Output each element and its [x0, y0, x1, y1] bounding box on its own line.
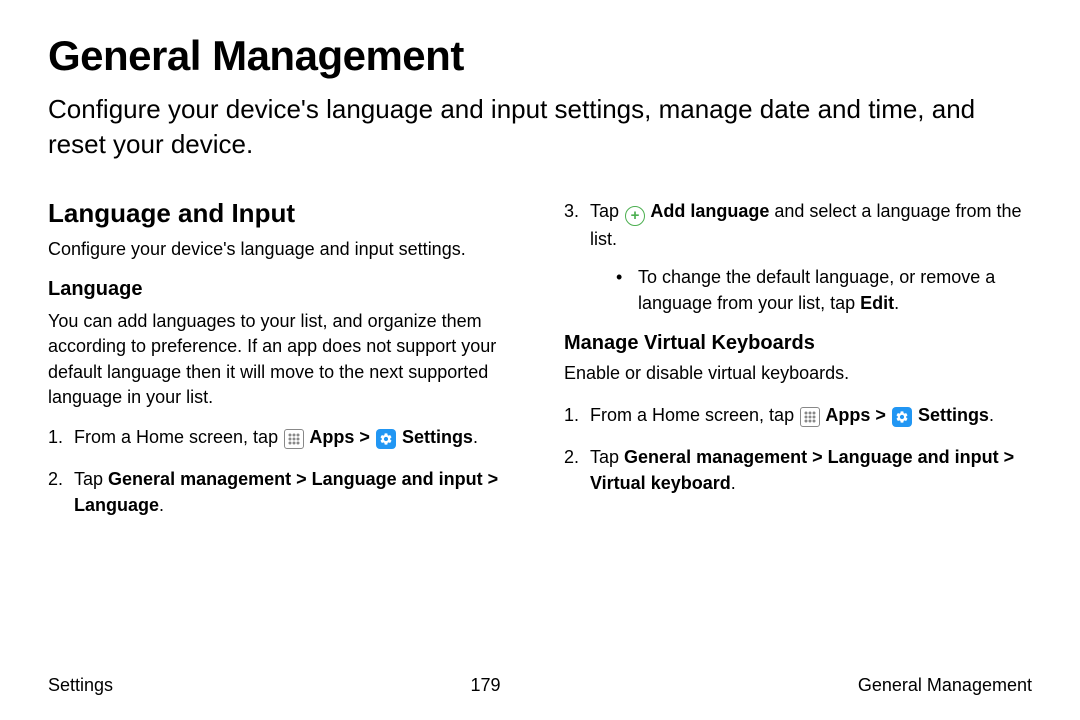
separator: > — [354, 427, 375, 447]
content-columns: Language and Input Configure your device… — [48, 198, 1032, 534]
footer-left: Settings — [48, 675, 113, 696]
bold-text: Virtual keyboard — [590, 473, 731, 493]
step-text: . — [731, 473, 736, 493]
bullet-text: To change the default language, or remov… — [638, 267, 995, 313]
bold-text: Edit — [860, 293, 894, 313]
step-text: From a Home screen, tap — [74, 427, 283, 447]
step-text: . — [989, 405, 994, 425]
settings-icon — [892, 407, 912, 427]
bold-text: General management — [108, 469, 291, 489]
footer-page-number: 179 — [470, 675, 500, 696]
step-text: Tap — [590, 201, 624, 221]
steps-list-language: From a Home screen, tap Apps > Settings.… — [48, 424, 516, 518]
apps-icon — [800, 407, 820, 427]
step-item: Tap General management > Language and in… — [564, 444, 1032, 496]
separator: > — [291, 469, 312, 489]
settings-icon — [376, 429, 396, 449]
bold-text: Language and input — [828, 447, 999, 467]
step-item: Tap General management > Language and in… — [48, 466, 516, 518]
settings-label: Settings — [913, 405, 989, 425]
body-text: You can add languages to your list, and … — [48, 309, 516, 410]
apps-icon — [284, 429, 304, 449]
separator: > — [999, 447, 1015, 467]
settings-label: Settings — [397, 427, 473, 447]
step-item: From a Home screen, tap Apps > Settings. — [48, 424, 516, 450]
page-footer: Settings 179 General Management — [48, 675, 1032, 696]
bullet-text: . — [894, 293, 899, 313]
step-text: . — [159, 495, 164, 515]
step-text: Tap — [74, 469, 108, 489]
steps-list-keyboards: From a Home screen, tap Apps > Settings.… — [564, 402, 1032, 496]
step-text: From a Home screen, tap — [590, 405, 799, 425]
bold-text: Language and input — [312, 469, 483, 489]
apps-label: Apps — [821, 405, 870, 425]
subsection-heading-keyboards: Manage Virtual Keyboards — [564, 332, 1032, 355]
steps-list-continued: Tap + Add language and select a language… — [564, 198, 1032, 316]
bold-text: Language — [74, 495, 159, 515]
step-text: . — [473, 427, 478, 447]
subsection-heading-language: Language — [48, 278, 516, 301]
section-heading-language-input: Language and Input — [48, 198, 516, 229]
step-text: Tap — [590, 447, 624, 467]
apps-label: Apps — [305, 427, 354, 447]
separator: > — [483, 469, 499, 489]
footer-right: General Management — [858, 675, 1032, 696]
bold-text: General management — [624, 447, 807, 467]
bullet-item: To change the default language, or remov… — [616, 264, 1032, 316]
left-column: Language and Input Configure your device… — [48, 198, 516, 534]
section-desc: Configure your device's language and inp… — [48, 239, 516, 260]
page-subtitle: Configure your device's language and inp… — [48, 92, 1032, 162]
bullet-list: To change the default language, or remov… — [590, 264, 1032, 316]
bold-text: Add language — [646, 201, 769, 221]
right-column: Tap + Add language and select a language… — [564, 198, 1032, 534]
step-item: Tap + Add language and select a language… — [564, 198, 1032, 316]
step-item: From a Home screen, tap Apps > Settings. — [564, 402, 1032, 428]
separator: > — [870, 405, 891, 425]
plus-icon: + — [625, 206, 645, 226]
page-title: General Management — [48, 32, 1032, 80]
separator: > — [807, 447, 828, 467]
section-desc: Enable or disable virtual keyboards. — [564, 363, 1032, 384]
